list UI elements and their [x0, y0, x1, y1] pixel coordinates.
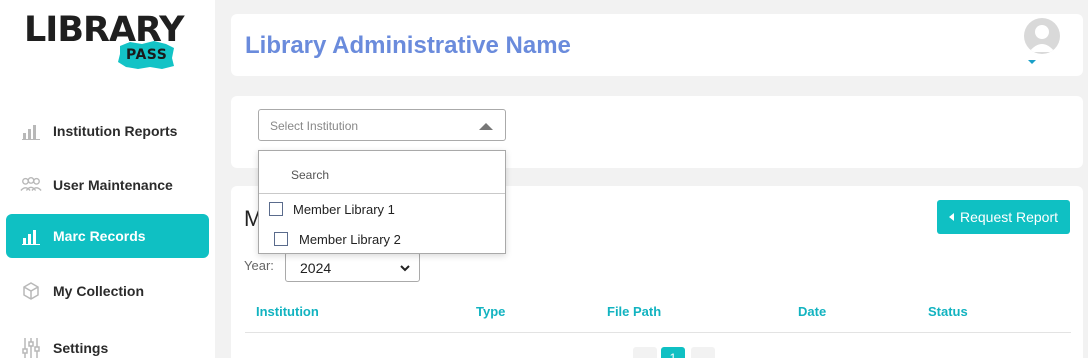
- sidebar-item-institution-reports[interactable]: Institution Reports: [6, 109, 209, 153]
- user-avatar-icon[interactable]: [1024, 18, 1060, 54]
- institution-select[interactable]: Select Institution: [258, 109, 506, 141]
- institution-dropdown: Search Member Library 1 Member Library 2: [258, 150, 506, 254]
- sidebar: LIBRARY PASS Institution Reports User Ma…: [0, 0, 215, 358]
- pagination-prev-button[interactable]: [633, 347, 657, 358]
- year-label: Year:: [244, 258, 274, 273]
- cube-icon: [20, 280, 42, 302]
- table-header-divider: [245, 332, 1071, 333]
- sidebar-item-settings[interactable]: Settings: [6, 326, 209, 358]
- column-header-file-path[interactable]: File Path: [607, 304, 661, 319]
- sidebar-item-label: Marc Records: [53, 228, 146, 244]
- request-report-button[interactable]: Request Report: [937, 200, 1070, 234]
- dropdown-search-input[interactable]: Search: [259, 151, 505, 194]
- checkbox[interactable]: [274, 232, 288, 246]
- pagination-current-page[interactable]: 1: [661, 347, 685, 358]
- user-menu-caret-icon[interactable]: [1028, 60, 1036, 64]
- column-header-type[interactable]: Type: [476, 304, 505, 319]
- dropdown-option-label: Member Library 1: [293, 202, 395, 217]
- sidebar-item-label: My Collection: [53, 283, 145, 299]
- column-header-institution[interactable]: Institution: [256, 304, 319, 319]
- header-bar: Library Administrative Name: [231, 14, 1083, 76]
- dropdown-option[interactable]: Member Library 1: [259, 195, 505, 223]
- column-header-status[interactable]: Status: [928, 304, 968, 319]
- sidebar-item-user-maintenance[interactable]: User Maintenance: [6, 163, 209, 207]
- checkbox[interactable]: [269, 202, 283, 216]
- library-pass-logo[interactable]: LIBRARY PASS: [24, 12, 184, 72]
- year-value: 2024: [300, 260, 332, 276]
- page-title: Library Administrative Name: [245, 32, 571, 59]
- bar-chart-icon: [20, 120, 42, 142]
- sliders-icon: [20, 337, 42, 358]
- request-report-label: Request Report: [959, 209, 1059, 225]
- sidebar-item-marc-records[interactable]: Marc Records: [6, 214, 209, 258]
- caret-left-icon: [948, 213, 954, 221]
- column-header-date[interactable]: Date: [798, 304, 826, 319]
- year-select[interactable]: 2024: [285, 252, 420, 282]
- chevron-down-icon: [399, 261, 411, 279]
- pagination-next-button[interactable]: [691, 347, 715, 358]
- institution-select-placeholder: Select Institution: [270, 119, 359, 133]
- bar-chart-icon: [20, 225, 42, 247]
- dropdown-search-placeholder: Search: [291, 168, 330, 182]
- sidebar-item-label: User Maintenance: [53, 177, 173, 193]
- sidebar-item-label: Settings: [53, 340, 109, 356]
- dropdown-option-label: Member Library 2: [299, 232, 401, 247]
- sidebar-item-label: Institution Reports: [53, 123, 178, 139]
- caret-up-icon: [479, 123, 493, 130]
- users-icon: [20, 174, 42, 196]
- logo-badge-text: PASS: [126, 47, 168, 63]
- logo-badge: PASS: [116, 40, 176, 70]
- dropdown-option[interactable]: Member Library 2: [259, 225, 505, 253]
- sidebar-item-my-collection[interactable]: My Collection: [6, 269, 209, 313]
